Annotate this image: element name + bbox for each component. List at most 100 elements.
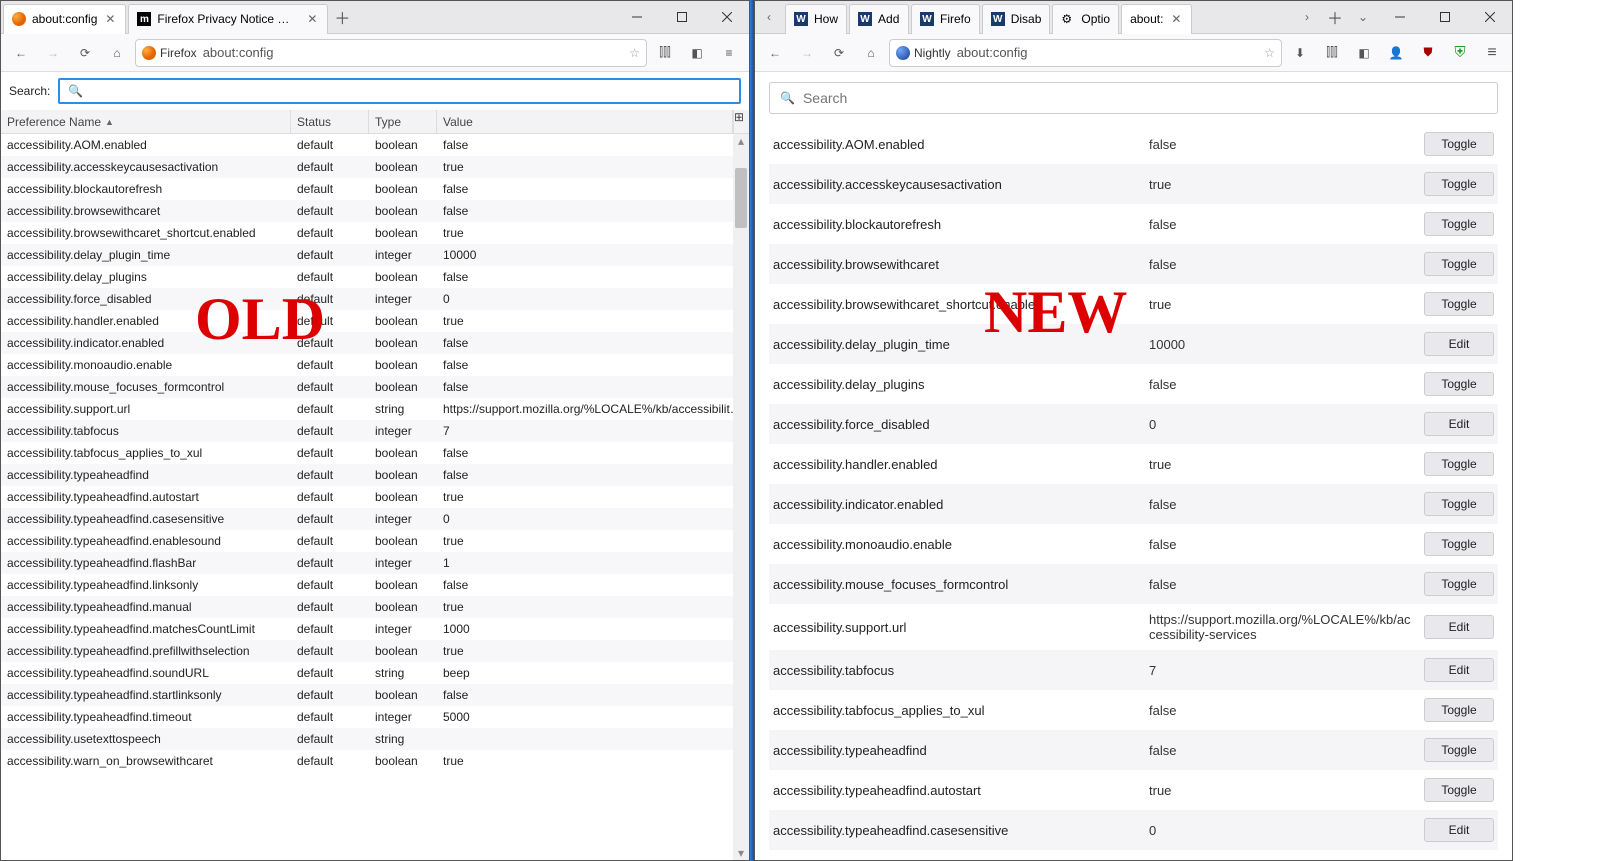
pref-row[interactable]: accessibility.mouse_focuses_formcontrold… (1, 376, 749, 398)
toggle-button[interactable]: Toggle (1424, 492, 1494, 516)
edit-button[interactable]: Edit (1424, 615, 1494, 639)
config-search-input[interactable]: 🔍 (769, 82, 1498, 114)
pref-row[interactable]: accessibility.typeaheadfind.matchesCount… (1, 618, 749, 640)
scroll-up-arrow[interactable]: ▴ (733, 134, 749, 148)
pref-row[interactable]: accessibility.AOM.enableddefaultbooleanf… (1, 134, 749, 156)
new-tab-button[interactable]: ＋ (1321, 2, 1349, 32)
tab-scroll-left[interactable]: ‹ (755, 2, 783, 32)
pref-row[interactable]: accessibility.typeaheadfind.prefillwiths… (1, 640, 749, 662)
toggle-button[interactable]: Toggle (1424, 292, 1494, 316)
browser-tab[interactable]: WAdd (849, 4, 909, 34)
extension-ublock-icon[interactable]: ⛊ (1414, 39, 1442, 67)
tab-close-icon[interactable]: ✕ (1169, 12, 1183, 26)
tab-scroll-right[interactable]: › (1293, 2, 1321, 32)
pref-row[interactable]: accessibility.delay_pluginsdefaultboolea… (1, 266, 749, 288)
browser-tab[interactable]: WFirefo (911, 4, 980, 34)
col-type[interactable]: Type (369, 110, 437, 133)
toggle-button[interactable]: Toggle (1424, 778, 1494, 802)
account-button[interactable]: 👤 (1382, 39, 1410, 67)
config-search-input[interactable]: 🔍 (58, 78, 741, 104)
new-tab-button[interactable]: ＋ (328, 2, 356, 32)
pref-row[interactable]: accessibility.typeaheadfind.soundURLdefa… (1, 662, 749, 684)
pref-row[interactable]: accessibility.typeaheadfind.timeoutdefau… (1, 706, 749, 728)
pref-row[interactable]: accessibility.handler.enableddefaultbool… (1, 310, 749, 332)
tab-close-icon[interactable]: ✕ (103, 12, 117, 26)
col-pref-name[interactable]: Preference Name▲ (1, 110, 291, 133)
prefs-list[interactable]: accessibility.AOM.enabledfalseToggleacce… (755, 120, 1512, 860)
pref-row[interactable]: accessibility.accesskeycausesactivationd… (1, 156, 749, 178)
pref-row[interactable]: accessibility.force_disableddefaultinteg… (1, 288, 749, 310)
browser-tab[interactable]: WHow (785, 4, 847, 34)
pref-row[interactable]: accessibility.typeaheadfind.manualdefaul… (1, 596, 749, 618)
downloads-button[interactable]: ⬇ (1286, 39, 1314, 67)
pref-row[interactable]: accessibility.typeaheadfind.startlinkson… (1, 684, 749, 706)
maximize-button[interactable] (659, 2, 704, 32)
maximize-button[interactable] (1422, 2, 1467, 32)
pref-row[interactable]: accessibility.indicator.enableddefaultbo… (1, 332, 749, 354)
scroll-down-arrow[interactable]: ▾ (733, 846, 749, 860)
bookmark-star-icon[interactable]: ☆ (629, 46, 640, 60)
toggle-button[interactable]: Toggle (1424, 132, 1494, 156)
pref-row[interactable]: accessibility.typeaheadfind.flashBardefa… (1, 552, 749, 574)
minimize-button[interactable] (1377, 2, 1422, 32)
tab-close-icon[interactable]: ✕ (305, 12, 319, 26)
edit-button[interactable]: Edit (1424, 412, 1494, 436)
pref-row[interactable]: accessibility.typeaheadfind.autostartdef… (1, 486, 749, 508)
pref-row[interactable]: accessibility.typeaheadfind.casesensitiv… (1, 508, 749, 530)
close-window-button[interactable] (1467, 2, 1512, 32)
reload-button[interactable]: ⟳ (71, 39, 99, 67)
url-bar[interactable]: Nightly about:config ☆ (889, 39, 1282, 67)
browser-tab[interactable]: about:config✕ (3, 4, 126, 34)
library-button[interactable]: ⫿⫿⫿ (651, 39, 679, 67)
browser-tab[interactable]: mFirefox Privacy Notice — Mozilla✕ (128, 4, 328, 34)
pref-row[interactable]: accessibility.browsewithcaret_shortcut.e… (1, 222, 749, 244)
edit-button[interactable]: Edit (1424, 332, 1494, 356)
toggle-button[interactable]: Toggle (1424, 532, 1494, 556)
pref-row[interactable]: accessibility.tabfocus_applies_to_xuldef… (1, 442, 749, 464)
menu-button[interactable]: ≡ (1478, 39, 1506, 67)
sidebar-button[interactable]: ◧ (683, 39, 711, 67)
pref-row[interactable]: accessibility.typeaheadfind.linksonlydef… (1, 574, 749, 596)
url-bar[interactable]: Firefox about:config ☆ (135, 39, 647, 67)
pref-row[interactable]: accessibility.delay_plugin_timedefaultin… (1, 244, 749, 266)
back-button[interactable]: ← (761, 39, 789, 67)
pref-row[interactable]: accessibility.typeaheadfind.enablesoundd… (1, 530, 749, 552)
close-window-button[interactable] (704, 2, 749, 32)
toggle-button[interactable]: Toggle (1424, 252, 1494, 276)
toggle-button[interactable]: Toggle (1424, 452, 1494, 476)
toggle-button[interactable]: Toggle (1424, 372, 1494, 396)
col-value[interactable]: Value (437, 110, 733, 133)
home-button[interactable]: ⌂ (857, 39, 885, 67)
pref-row[interactable]: accessibility.usetexttospeechdefaultstri… (1, 728, 749, 750)
col-status[interactable]: Status (291, 110, 369, 133)
edit-button[interactable]: Edit (1424, 658, 1494, 682)
home-button[interactable]: ⌂ (103, 39, 131, 67)
toggle-button[interactable]: Toggle (1424, 572, 1494, 596)
toggle-button[interactable]: Toggle (1424, 172, 1494, 196)
browser-tab[interactable]: about:✕ (1121, 4, 1192, 34)
extension-shield-icon[interactable]: ⛨ (1446, 39, 1474, 67)
search-field[interactable] (803, 90, 1487, 106)
scroll-thumb[interactable] (735, 168, 747, 228)
pref-row[interactable]: accessibility.blockautorefreshdefaultboo… (1, 178, 749, 200)
pref-row[interactable]: accessibility.browsewithcaretdefaultbool… (1, 200, 749, 222)
minimize-button[interactable] (614, 2, 659, 32)
library-button[interactable]: ⫿⫿⫿ (1318, 39, 1346, 67)
pref-row[interactable]: accessibility.warn_on_browsewithcaretdef… (1, 750, 749, 772)
edit-button[interactable]: Edit (1424, 818, 1494, 842)
back-button[interactable]: ← (7, 39, 35, 67)
sidebar-button[interactable]: ◧ (1350, 39, 1378, 67)
menu-button[interactable]: ≡ (715, 39, 743, 67)
prefs-table-body[interactable]: accessibility.AOM.enableddefaultbooleanf… (1, 134, 749, 860)
browser-tab[interactable]: WDisab (982, 4, 1051, 34)
reload-button[interactable]: ⟳ (825, 39, 853, 67)
toggle-button[interactable]: Toggle (1424, 212, 1494, 236)
pref-row[interactable]: accessibility.monoaudio.enabledefaultboo… (1, 354, 749, 376)
bookmark-star-icon[interactable]: ☆ (1264, 46, 1275, 60)
toggle-button[interactable]: Toggle (1424, 698, 1494, 722)
column-picker[interactable]: ⊞ (733, 110, 749, 133)
pref-row[interactable]: accessibility.typeaheadfinddefaultboolea… (1, 464, 749, 486)
pref-row[interactable]: accessibility.tabfocusdefaultinteger7 (1, 420, 749, 442)
toggle-button[interactable]: Toggle (1424, 738, 1494, 762)
vertical-scrollbar[interactable]: ▴ ▾ (733, 134, 749, 860)
